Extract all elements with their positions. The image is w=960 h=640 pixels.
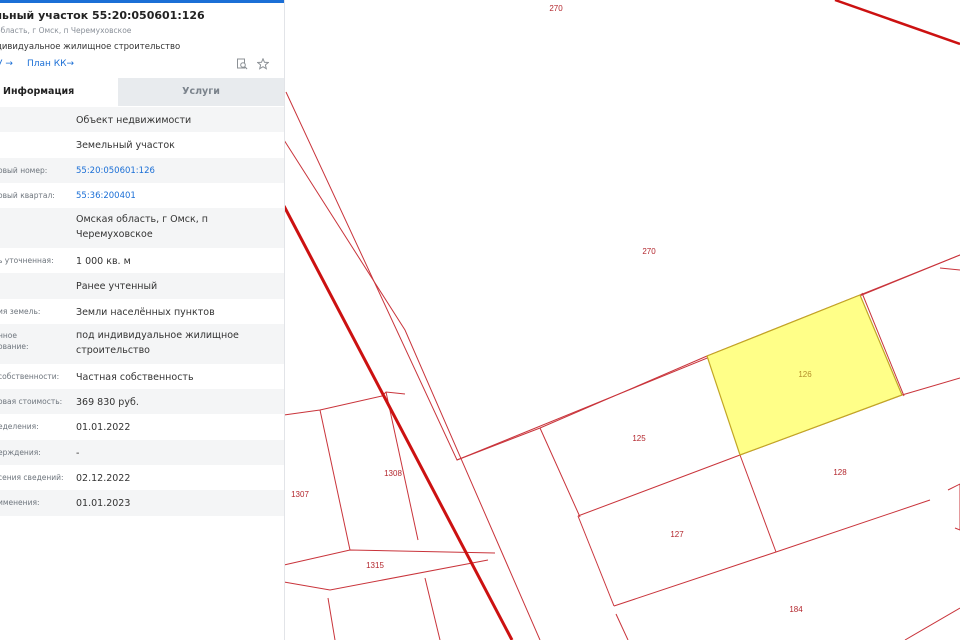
row-value: Земельный участок: [76, 140, 175, 151]
row-value: -: [76, 448, 80, 459]
row-value: 1 000 кв. м: [76, 256, 131, 267]
row-value: Земли населённых пунктов: [76, 307, 215, 318]
parcel-use: дивидуальное жилищное строительство: [0, 42, 181, 52]
row-value: Объект недвижимости: [76, 115, 192, 126]
table-row: ия земель: Земли населённых пунктов: [0, 299, 284, 324]
panel-accent-bar: [0, 0, 284, 3]
cadastral-quarter-link[interactable]: 55:36:200401: [76, 189, 276, 204]
map-label: 184: [789, 605, 803, 614]
row-label: овая стоимость:: [0, 397, 63, 406]
table-row: Ранее учтенный: [0, 273, 284, 299]
row-label: ия земель:: [0, 307, 41, 316]
row-label: ерждения:: [0, 448, 41, 457]
table-row: ь уточненная: 1 000 кв. м: [0, 248, 284, 273]
map-label: 128: [833, 468, 847, 477]
map-label: 1308: [384, 469, 402, 478]
tab-information[interactable]: Информация: [0, 78, 118, 106]
row-label: овый квартал:: [0, 191, 55, 200]
map-label: 1315: [366, 561, 384, 570]
table-row: Объект недвижимости: [0, 107, 284, 132]
partial-link[interactable]: У →: [0, 59, 13, 69]
row-label: собственности:: [0, 372, 60, 381]
cadastral-number-link[interactable]: 55:20:050601:126: [76, 164, 276, 179]
row-label: сения сведений:: [0, 473, 64, 482]
map-label: 1307: [291, 490, 309, 499]
table-row: овый квартал: 55:36:200401: [0, 183, 284, 208]
page-title: льный участок 55:20:050601:126: [0, 9, 205, 22]
row-label: ь уточненная:: [0, 256, 54, 265]
row-value: 02.12.2022: [76, 473, 131, 484]
table-row: овый номер: 55:20:050601:126: [0, 158, 284, 183]
table-row: еделения: 01.01.2022: [0, 414, 284, 440]
row-value: Ранее учтенный: [76, 281, 158, 292]
map-label: 270: [642, 247, 656, 256]
row-label: именения:: [0, 498, 40, 507]
table-row: собственности: Частная собственность: [0, 364, 284, 389]
table-row: нное ование: под индивидуальное жилищное…: [0, 324, 284, 364]
info-panel: льный участок 55:20:050601:126 область, …: [0, 0, 285, 640]
table-row: сения сведений: 02.12.2022: [0, 465, 284, 490]
row-value: Частная собственность: [76, 372, 194, 383]
row-label: овый номер:: [0, 166, 48, 175]
table-row: Земельный участок: [0, 132, 284, 158]
star-icon[interactable]: [257, 58, 269, 70]
row-value: Омская область, г Омск, п Черемуховское: [76, 214, 208, 240]
row-value: 369 830 руб.: [76, 397, 139, 408]
row-label: еделения:: [0, 422, 39, 431]
row-label: нное ование:: [0, 331, 29, 351]
row-value: под индивидуальное жилищное строительств…: [76, 330, 239, 356]
table-row: овая стоимость: 369 830 руб.: [0, 389, 284, 414]
table-row: Омская область, г Омск, п Черемуховское: [0, 208, 284, 248]
plan-kk-link[interactable]: План КК→: [27, 59, 74, 69]
panel-tabs: Информация Услуги: [0, 78, 284, 106]
row-value: 01.01.2022: [76, 422, 131, 433]
map-label: 127: [670, 530, 684, 539]
row-value: 01.01.2023: [76, 498, 131, 509]
search-document-icon[interactable]: [236, 58, 248, 70]
parcel-address: область, г Омск, п Черемуховское: [0, 26, 132, 35]
map-label: 126: [798, 370, 812, 379]
map-label: 125: [632, 434, 646, 443]
table-row: именения: 01.01.2023: [0, 490, 284, 516]
table-row: ерждения: -: [0, 440, 284, 465]
tab-services[interactable]: Услуги: [118, 78, 284, 106]
map-label: 270: [549, 4, 563, 13]
